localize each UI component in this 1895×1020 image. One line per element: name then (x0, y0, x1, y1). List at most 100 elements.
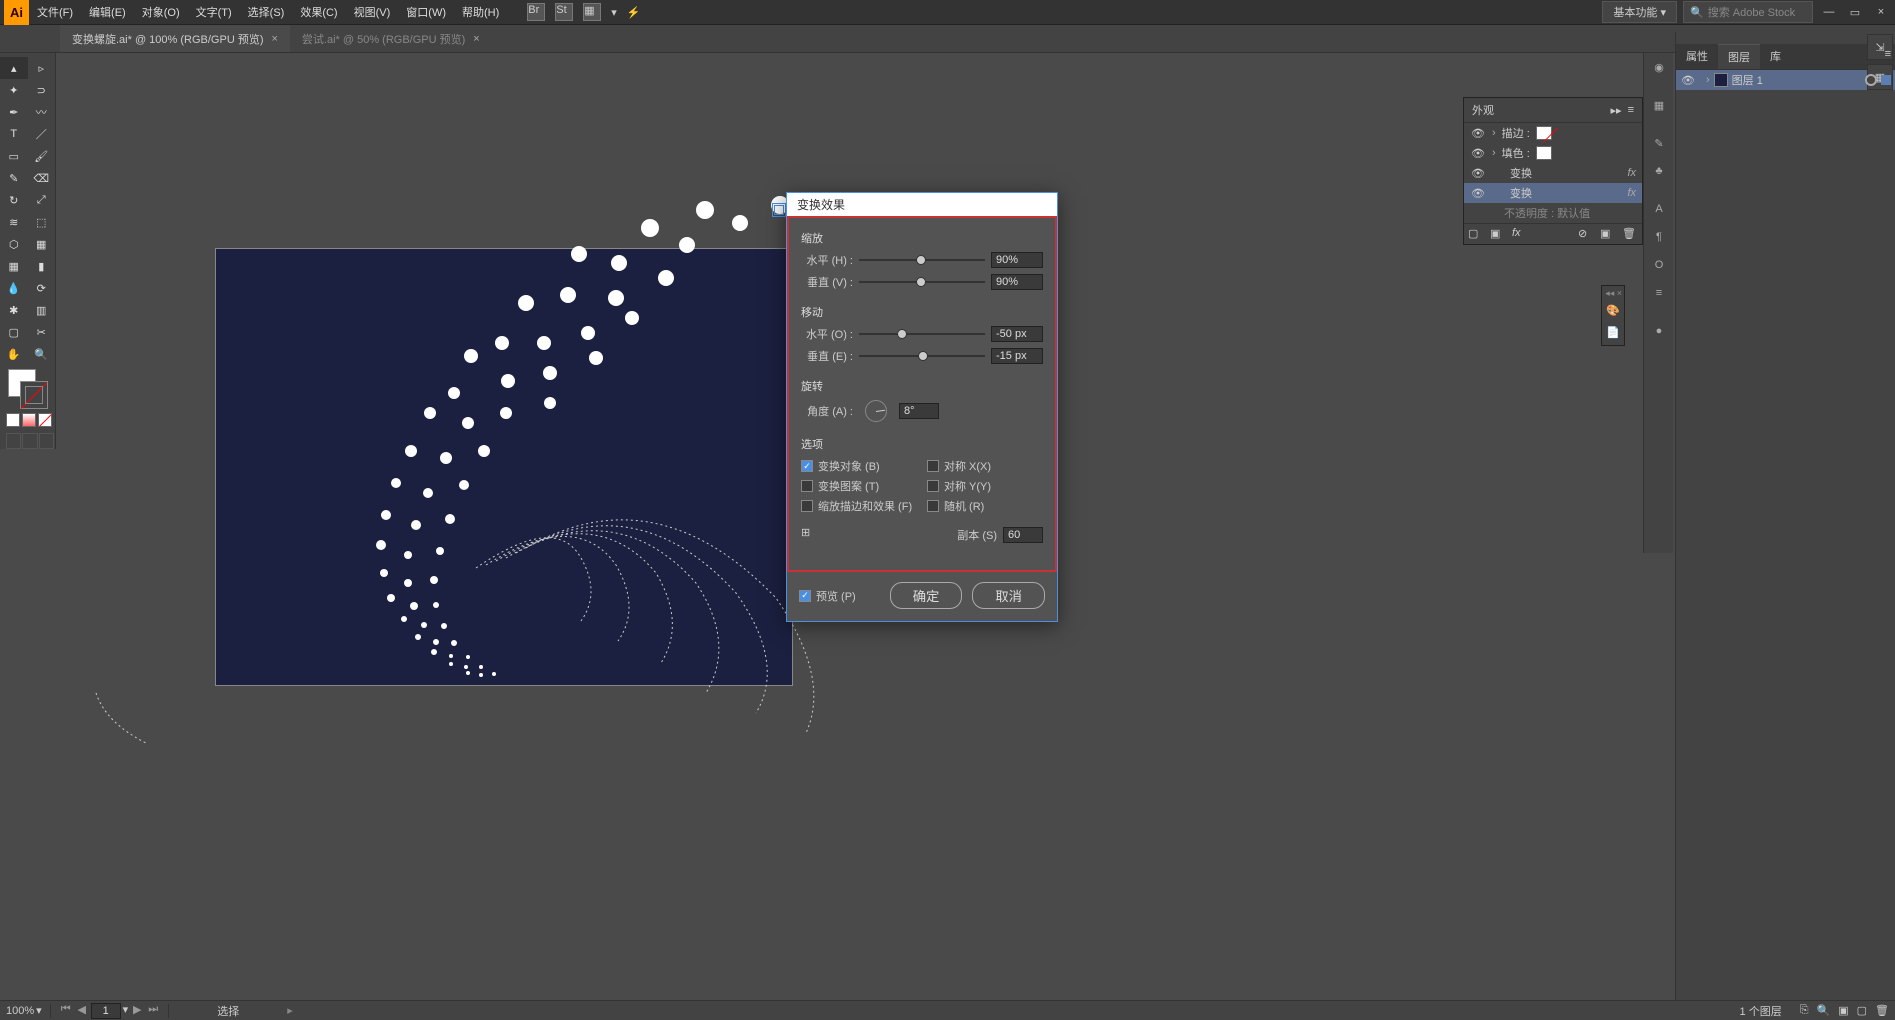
stroke-swatch[interactable] (20, 381, 48, 409)
pen-tool[interactable]: ✒ (0, 101, 28, 123)
tab-2[interactable]: 尝试.ai* @ 50% (RGB/GPU 预览) × (290, 25, 492, 52)
search-stock[interactable]: 🔍 搜索 Adobe Stock (1683, 1, 1813, 23)
copies-input[interactable] (1003, 527, 1043, 543)
workspace-switcher[interactable]: 基本功能 ▾ (1602, 1, 1677, 23)
layer-visibility-icon[interactable]: 👁 (1680, 74, 1696, 87)
tab-2-close[interactable]: × (473, 33, 479, 45)
curvature-tool[interactable]: 〰 (28, 101, 56, 123)
menu-text[interactable]: 文字(T) (188, 4, 240, 20)
chk-transform-obj[interactable]: ✓变换对象 (B) (801, 458, 917, 474)
graph-tool[interactable]: ▥ (28, 299, 56, 321)
minimize-button[interactable]: — (1819, 3, 1839, 21)
symbols-icon[interactable]: ♣ (1644, 157, 1674, 185)
align-icon[interactable]: ≡ (1644, 279, 1674, 307)
shaper-tool[interactable]: ✎ (0, 167, 28, 189)
restore-button[interactable]: ▭ (1845, 3, 1865, 21)
brushes-icon[interactable]: ✎ (1644, 129, 1674, 157)
arrange-icon[interactable]: ▦ (583, 3, 601, 21)
selection-tool[interactable]: ▴ (0, 57, 28, 79)
symbol-sprayer-tool[interactable]: ✱ (0, 299, 28, 321)
opentype-icon[interactable]: O (1644, 251, 1674, 279)
blend-tool[interactable]: ⟳ (28, 277, 56, 299)
rectangle-tool[interactable]: ▭ (0, 145, 28, 167)
scale-h-input[interactable] (991, 252, 1043, 268)
scale-tool[interactable]: ⤢ (28, 189, 56, 211)
locate-icon[interactable]: ⎘ (1800, 1004, 1809, 1017)
stock-icon[interactable]: St (555, 3, 573, 21)
shape-builder-tool[interactable]: ⬡ (0, 233, 28, 255)
lasso-tool[interactable]: ⊃ (28, 79, 56, 101)
direct-select-tool[interactable]: ▹ (28, 57, 56, 79)
layer-expand-icon[interactable]: › (1706, 74, 1710, 86)
cancel-button[interactable]: 取消 (972, 582, 1045, 609)
library-icon[interactable]: 📄 (1604, 321, 1622, 343)
menu-view[interactable]: 视图(V) (346, 4, 399, 20)
color-mode-none[interactable] (38, 413, 52, 427)
brush-tool[interactable]: 🖌 (28, 145, 56, 167)
hand-tool[interactable]: ✋ (0, 343, 28, 365)
artboard-number[interactable] (91, 1003, 121, 1019)
close-button[interactable]: × (1871, 3, 1891, 21)
stroke-swatch-none[interactable] (1536, 126, 1552, 140)
slice-tool[interactable]: ✂ (28, 321, 56, 343)
layer-target-icon[interactable] (1865, 74, 1877, 86)
menu-edit[interactable]: 编辑(E) (81, 4, 134, 20)
dropdown-icon[interactable]: ▾ (611, 6, 617, 19)
gpu-icon[interactable]: ⚡ (627, 6, 641, 19)
swatches-icon[interactable]: 🎨 (1604, 299, 1622, 321)
scale-v-input[interactable] (991, 274, 1043, 290)
last-artboard-icon[interactable]: ⏭ (146, 1003, 160, 1019)
visibility-icon[interactable]: 👁 (1470, 167, 1486, 180)
appearance-transform1-row[interactable]: 👁 变换 fx (1464, 163, 1642, 183)
panel-collapse-icon[interactable]: ▸▸ (1611, 104, 1622, 117)
menu-object[interactable]: 对象(O) (134, 4, 188, 20)
angle-dial[interactable] (865, 400, 887, 422)
expand-icon[interactable]: › (1492, 127, 1496, 139)
ok-button[interactable]: 确定 (890, 582, 963, 609)
draw-inside[interactable] (39, 433, 54, 449)
panel-menu-icon[interactable]: ≡ (1881, 44, 1895, 69)
new-stroke-icon[interactable]: ▢ (1468, 227, 1484, 241)
menu-select[interactable]: 选择(S) (240, 4, 293, 20)
find-icon[interactable]: 🔍 (1817, 1004, 1831, 1017)
appearance-transform2-row[interactable]: 👁 变换 fx (1464, 183, 1642, 203)
perspective-tool[interactable]: ▦ (28, 233, 56, 255)
tab-1-close[interactable]: × (271, 33, 277, 45)
chk-mirror-y[interactable]: 对称 Y(Y) (927, 478, 1043, 494)
reference-point-icon[interactable]: ⊞ (801, 526, 819, 544)
gradient-tool[interactable]: ▮ (28, 255, 56, 277)
chk-mirror-x[interactable]: 对称 X(X) (927, 458, 1043, 474)
eraser-tool[interactable]: ⌫ (28, 167, 56, 189)
tab-1[interactable]: 变换螺旋.ai* @ 100% (RGB/GPU 预览) × (60, 25, 290, 52)
layer-row-1[interactable]: 👁 › 图层 1 (1676, 70, 1895, 90)
zoom-dropdown[interactable]: 100% ▾ (6, 1004, 42, 1017)
panel-menu-icon[interactable]: ≡ (1628, 104, 1634, 116)
move-h-slider[interactable] (859, 333, 985, 335)
libraries-icon[interactable]: ▦ (1644, 91, 1674, 119)
visibility-icon[interactable]: 👁 (1470, 127, 1486, 140)
add-effect-icon[interactable]: fx (1512, 227, 1528, 241)
menu-window[interactable]: 窗口(W) (398, 4, 454, 20)
eyedropper-tool[interactable]: 💧 (0, 277, 28, 299)
mini-panel-collapse[interactable]: ◂◂ × (1604, 288, 1622, 299)
expand-icon[interactable]: › (1492, 147, 1496, 159)
chk-random[interactable]: 随机 (R) (927, 498, 1043, 514)
fill-stroke-swatch[interactable] (8, 369, 48, 409)
visibility-icon[interactable]: 👁 (1470, 147, 1486, 160)
first-artboard-icon[interactable]: ⏮ (59, 1003, 73, 1019)
magic-wand-tool[interactable]: ✦ (0, 79, 28, 101)
tab-layers[interactable]: 图层 (1718, 44, 1760, 69)
layer-name[interactable]: 图层 1 (1732, 72, 1763, 88)
para-icon[interactable]: ¶ (1644, 223, 1674, 251)
new-sublayer-icon[interactable]: ▣ (1838, 1004, 1848, 1017)
appearance-fill-row[interactable]: 👁 › 填色 : (1464, 143, 1642, 163)
width-tool[interactable]: ≋ (0, 211, 28, 233)
rotate-tool[interactable]: ↻ (0, 189, 28, 211)
fill-swatch-white[interactable] (1536, 146, 1552, 160)
line-tool[interactable]: ／ (28, 123, 56, 145)
artboard-tool[interactable]: ▢ (0, 321, 28, 343)
visibility-icon[interactable]: 👁 (1470, 187, 1486, 200)
next-artboard-icon[interactable]: ▶ (130, 1003, 144, 1019)
properties-icon[interactable]: ◉ (1644, 53, 1674, 81)
type-tool[interactable]: T (0, 123, 28, 145)
